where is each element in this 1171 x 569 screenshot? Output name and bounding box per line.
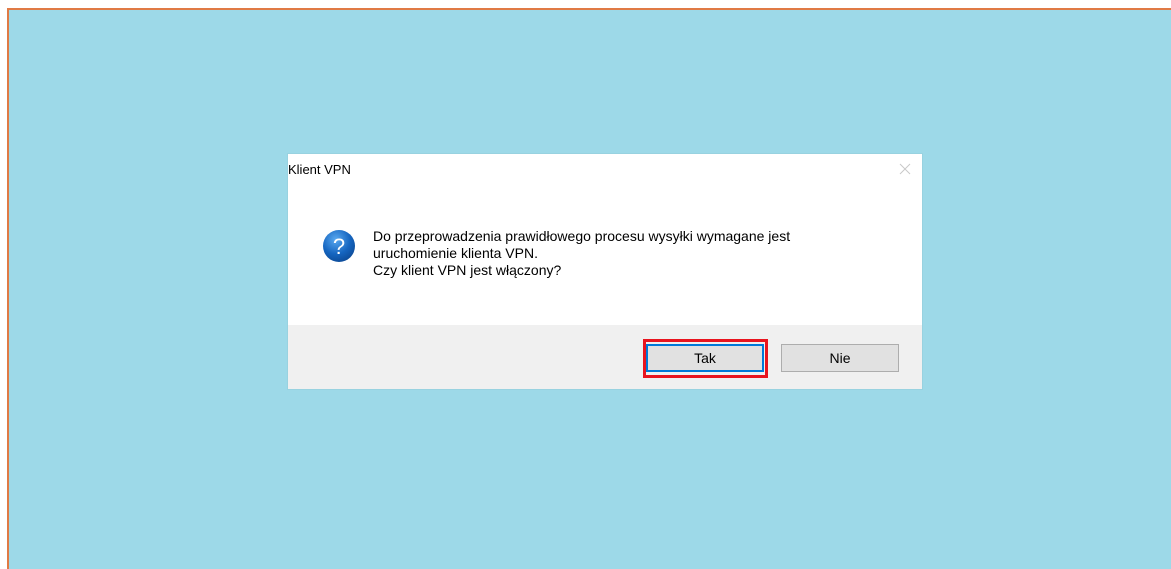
- dialog-message: Do przeprowadzenia prawidłowego procesu …: [373, 228, 913, 279]
- dialog-content: ? Do przeprowadzenia prawidłowego proces…: [288, 184, 922, 325]
- dialog-titlebar[interactable]: Klient VPN: [288, 154, 922, 184]
- message-line: uruchomienie klienta VPN.: [373, 245, 538, 261]
- svg-text:?: ?: [333, 234, 345, 259]
- yes-button[interactable]: Tak: [646, 344, 764, 372]
- dialog-button-bar: Tak Nie: [288, 325, 922, 389]
- close-icon: [899, 163, 911, 175]
- message-line: Do przeprowadzenia prawidłowego procesu …: [373, 228, 791, 244]
- question-icon: ?: [323, 230, 355, 262]
- dialog-title: Klient VPN: [288, 162, 351, 177]
- no-button[interactable]: Nie: [781, 344, 899, 372]
- message-line: Czy klient VPN jest włączony?: [373, 262, 562, 278]
- close-button[interactable]: [894, 158, 916, 180]
- vpn-dialog: Klient VPN ? Do przeprowadzenia prawidło…: [288, 154, 922, 389]
